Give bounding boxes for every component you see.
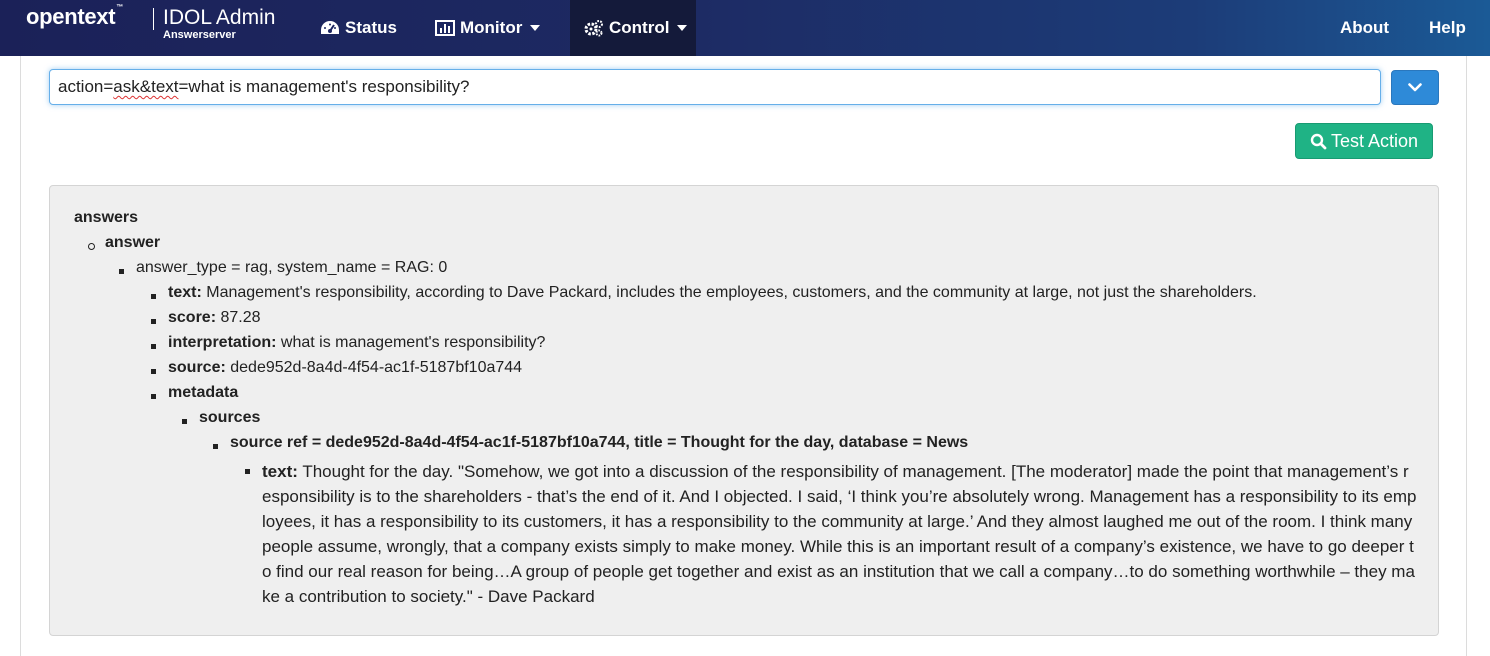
field-score: score: 87.28	[168, 309, 261, 326]
bar-chart-icon	[435, 20, 455, 36]
nav-about[interactable]: About	[1326, 0, 1403, 56]
tree-sources: sources	[199, 409, 261, 426]
source-text: text: Thought for the day. "Somehow, we …	[262, 462, 1417, 606]
nav-control-label: Control	[609, 18, 670, 37]
chevron-down-icon	[677, 25, 688, 31]
tree-bullet	[182, 419, 187, 424]
tree-bullet	[151, 394, 156, 399]
nav-status-label: Status	[345, 18, 397, 37]
tree-bullet	[245, 469, 250, 474]
app-title: IDOL Admin	[163, 6, 276, 29]
chevron-down-icon	[1408, 79, 1422, 97]
chevron-down-icon	[530, 25, 541, 31]
history-dropdown-button[interactable]	[1391, 70, 1439, 105]
tree-bullet	[88, 243, 95, 250]
field-text: text: Management's responsibility, accor…	[168, 284, 1257, 301]
nav-status[interactable]: Status	[306, 0, 411, 56]
tree-answer: answer	[105, 234, 161, 251]
opentext-logo: opentext™	[26, 4, 123, 29]
nav-monitor-label: Monitor	[460, 18, 523, 37]
nav-monitor[interactable]: Monitor	[421, 0, 554, 56]
tree-root: answers	[74, 209, 139, 226]
source-ref: source ref = dede952d-8a4d-4f54-ac1f-518…	[230, 434, 969, 451]
tree-bullet	[213, 444, 218, 449]
nav-help[interactable]: Help	[1415, 0, 1480, 56]
top-navbar: opentext™ IDOL Admin Answerserver Status	[0, 0, 1490, 56]
test-action-button[interactable]: Test Action	[1295, 123, 1433, 159]
query-input[interactable]: action=ask&text=what is management's res…	[49, 69, 1381, 105]
tree-bullet	[151, 369, 156, 374]
dashboard-icon	[320, 20, 340, 36]
tree-bullet	[119, 269, 124, 274]
search-icon	[1310, 133, 1327, 150]
brand-divider	[153, 8, 154, 30]
tree-bullet	[151, 344, 156, 349]
tree-answer-meta: answer_type = rag, system_name = RAG: 0	[136, 259, 448, 276]
tree-metadata: metadata	[168, 384, 239, 401]
test-action-label: Test Action	[1330, 130, 1419, 151]
field-interpretation: interpretation: what is management's res…	[168, 334, 546, 351]
gears-icon	[584, 19, 604, 37]
query-text: action=ask&text=what is management's res…	[58, 77, 470, 96]
tree-bullet	[151, 294, 156, 299]
app-subtitle: Answerserver	[163, 29, 236, 41]
tree-bullet	[151, 319, 156, 324]
field-source: source: dede952d-8a4d-4f54-ac1f-5187bf10…	[168, 359, 523, 376]
nav-control[interactable]: Control	[570, 0, 696, 56]
